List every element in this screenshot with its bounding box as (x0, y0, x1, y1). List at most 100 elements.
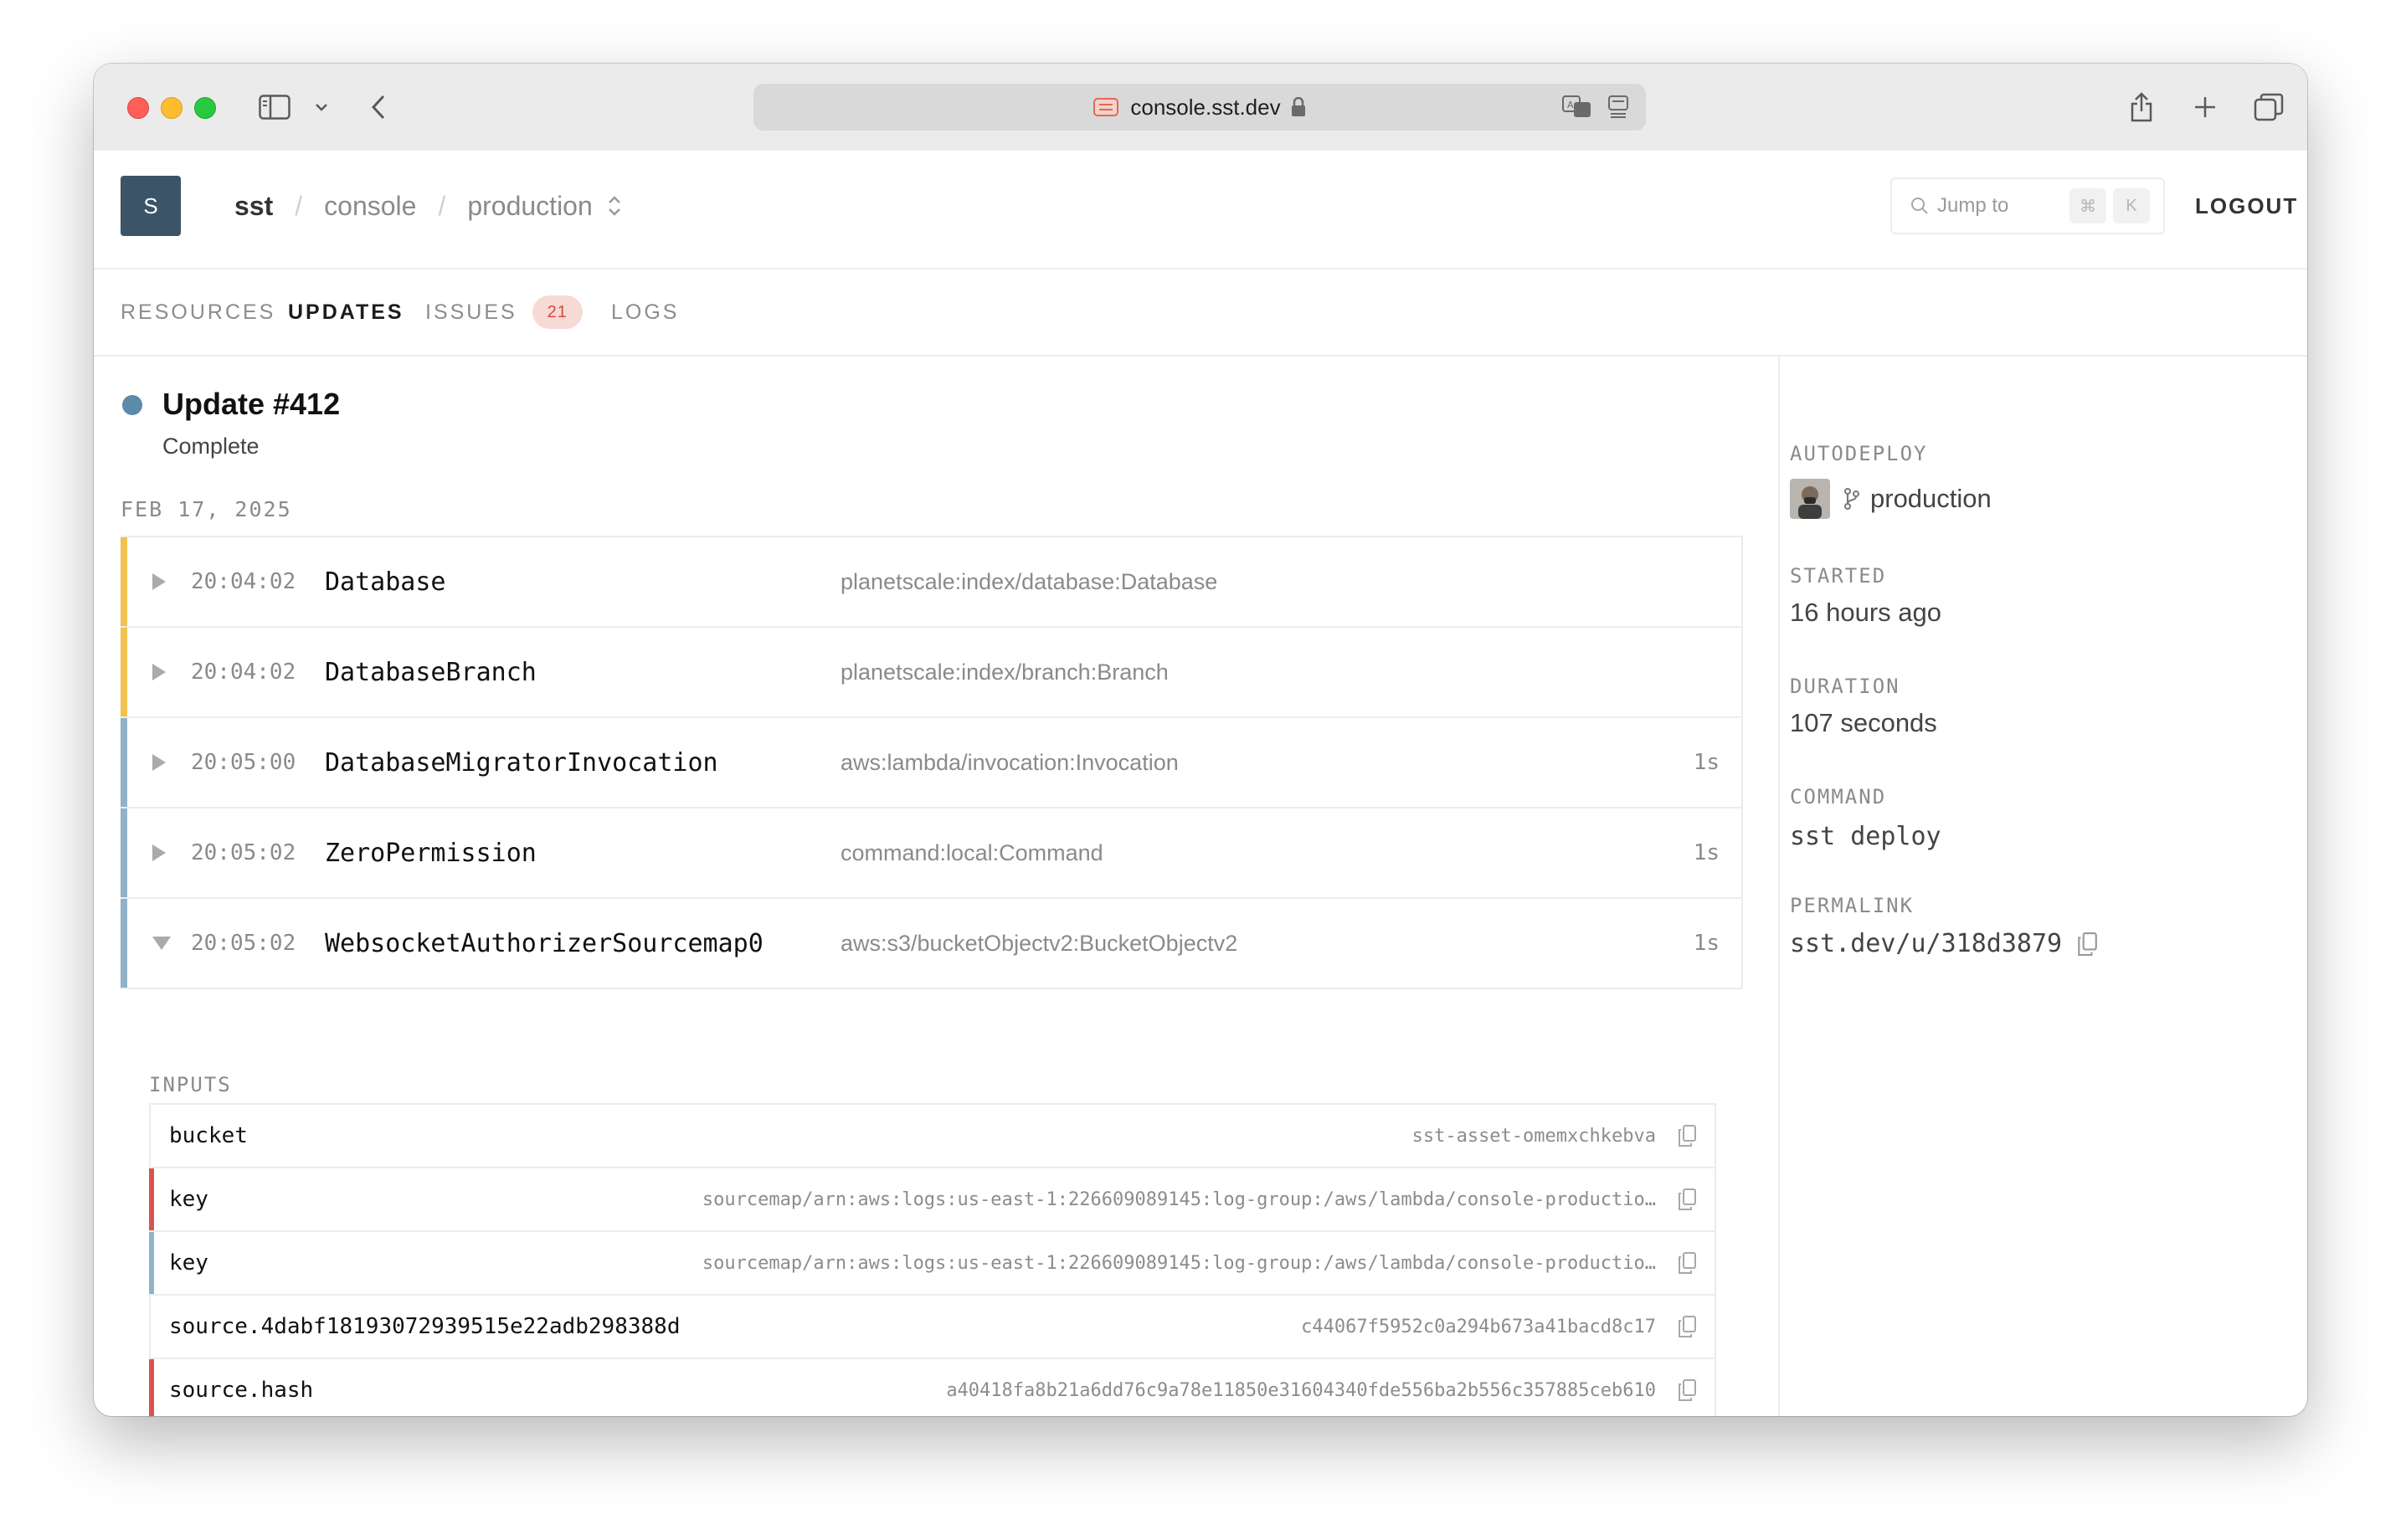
update-date: FEB 17, 2025 (121, 497, 292, 521)
resource-row[interactable]: 20:04:02 DatabaseBranch planetscale:inde… (121, 628, 1741, 718)
input-row: source.4dabf18193072939515e22adb298388d … (151, 1296, 1715, 1359)
resource-type: aws:s3/bucketObjectv2:BucketObjectv2 (841, 930, 1238, 956)
expand-triangle-icon[interactable] (152, 844, 166, 861)
resource-time: 20:05:00 (191, 750, 296, 775)
input-key: source.hash (169, 1378, 314, 1403)
resource-time: 20:05:02 (191, 931, 296, 956)
shortcut-k-key: K (2113, 188, 2150, 223)
expand-triangle-icon[interactable] (152, 573, 166, 590)
sidebar-toggle-icon[interactable] (258, 90, 291, 124)
tab-logs-label: LOGS (611, 300, 680, 324)
resource-type: planetscale:index/database:Database (841, 568, 1218, 594)
input-value: c44067f5952c0a294b673a41bacd8c17 (1301, 1316, 1656, 1337)
git-branch-icon (1844, 488, 1859, 510)
tab-updates[interactable]: UPDATES (288, 270, 404, 355)
resource-row[interactable]: 20:05:02 ZeroPermission command:local:Co… (121, 808, 1741, 899)
resource-type: aws:lambda/invocation:Invocation (841, 749, 1179, 775)
url-text: console.sst.dev (1130, 94, 1281, 120)
workspace-logo[interactable]: S (121, 176, 181, 236)
resource-type: planetscale:index/branch:Branch (841, 659, 1169, 685)
resource-status-bar (121, 537, 127, 626)
resource-row[interactable]: 20:05:00 DatabaseMigratorInvocation aws:… (121, 718, 1741, 808)
address-bar[interactable]: console.sst.dev A (753, 84, 1646, 131)
input-added-bar (149, 1232, 154, 1294)
autodeploy-branch[interactable]: production (1870, 484, 1992, 514)
avatar (1790, 479, 1830, 519)
logout-button[interactable]: LOGOUT (2195, 177, 2298, 234)
shortcut-cmd-key: ⌘ (2069, 188, 2106, 223)
started-label: STARTED (1790, 564, 1887, 588)
copy-permalink-icon[interactable] (2077, 932, 2097, 956)
breadcrumb: sst / console / production (234, 176, 623, 236)
browser-toolbar: console.sst.dev A (94, 64, 2307, 151)
resource-duration: 1s (1693, 931, 1720, 956)
autodeploy-label: AUTODEPLOY (1790, 442, 1928, 465)
resource-list: 20:04:02 Database planetscale:index/data… (121, 536, 1743, 989)
input-row: bucket sst-asset-omemxchkebva (151, 1105, 1715, 1168)
resource-time: 20:04:02 (191, 660, 296, 685)
breadcrumb-separator: / (438, 190, 446, 221)
update-detail: Update #412 Complete FEB 17, 2025 20:04:… (94, 357, 1743, 1416)
tab-logs[interactable]: LOGS (611, 270, 679, 355)
tab-updates-label: UPDATES (288, 300, 404, 324)
resource-name: DatabaseBranch (325, 657, 537, 687)
inputs-heading: INPUTS (149, 1073, 232, 1096)
new-tab-plus-icon[interactable] (2188, 90, 2222, 124)
search-placeholder: Jump to (1937, 194, 2009, 217)
tab-resources[interactable]: RESOURCES (121, 270, 275, 355)
resource-time: 20:04:02 (191, 569, 296, 594)
input-value: sourcemap/arn:aws:logs:us-east-1:2266090… (702, 1252, 1656, 1274)
copy-icon[interactable] (1678, 1379, 1696, 1401)
back-arrow-icon[interactable] (362, 90, 395, 124)
command-value: sst deploy (1790, 822, 1941, 851)
input-removed-bar (149, 1168, 154, 1230)
resource-status-bar (121, 718, 127, 807)
copy-icon[interactable] (1678, 1125, 1696, 1147)
tab-resources-label: RESOURCES (121, 300, 276, 324)
input-row: source.hash a40418fa8b21a6dd76c9a78e1185… (149, 1359, 1715, 1416)
tab-issues[interactable]: ISSUES 21 (425, 270, 583, 355)
resource-status-bar (121, 808, 127, 897)
input-key: bucket (169, 1123, 248, 1148)
resource-duration: 1s (1693, 750, 1720, 775)
resource-name: Database (325, 567, 446, 597)
copy-icon[interactable] (1678, 1188, 1696, 1210)
stage-switcher-chevrons-icon[interactable] (606, 193, 623, 218)
breadcrumb-app[interactable]: console (324, 191, 416, 222)
tab-overview-icon[interactable] (2252, 90, 2285, 124)
resource-row[interactable]: 20:04:02 Database planetscale:index/data… (121, 537, 1741, 628)
permalink-value[interactable]: sst.dev/u/318d3879 (1790, 929, 2062, 958)
chevron-down-icon[interactable] (305, 90, 338, 124)
resource-name: DatabaseMigratorInvocation (325, 747, 718, 778)
duration-label: DURATION (1790, 675, 1900, 698)
input-value: sst-asset-omemxchkebva (1411, 1125, 1656, 1147)
autodeploy-info: production (1790, 479, 1992, 519)
collapse-triangle-icon[interactable] (152, 937, 171, 950)
browser-window: console.sst.dev A S sst / console / prod… (94, 64, 2307, 1416)
input-row: key sourcemap/arn:aws:logs:us-east-1:226… (149, 1232, 1715, 1296)
stage-tabs: RESOURCES UPDATES ISSUES 21 LOGS (94, 270, 2307, 357)
close-window-button[interactable] (127, 97, 149, 119)
jump-to-search[interactable]: Jump to ⌘ K (1890, 177, 2165, 234)
svg-text:A: A (1567, 100, 1574, 110)
expand-triangle-icon[interactable] (152, 664, 166, 680)
resource-name: WebsocketAuthorizerSourcemap0 (325, 928, 763, 958)
minimize-window-button[interactable] (161, 97, 183, 119)
lock-icon (1291, 97, 1305, 116)
breadcrumb-workspace[interactable]: sst (234, 191, 273, 222)
resource-status-bar (121, 628, 127, 716)
share-icon[interactable] (2125, 90, 2158, 124)
translate-icon[interactable]: A (1562, 94, 1592, 119)
copy-icon[interactable] (1678, 1316, 1696, 1337)
breadcrumb-stage[interactable]: production (467, 191, 592, 222)
resource-row-expanded[interactable]: 20:05:02 WebsocketAuthorizerSourcemap0 a… (121, 899, 1741, 989)
expand-triangle-icon[interactable] (152, 754, 166, 771)
reader-icon[interactable] (1607, 94, 1629, 119)
zoom-window-button[interactable] (194, 97, 216, 119)
duration-value: 107 seconds (1790, 708, 1937, 737)
resource-duration: 1s (1693, 840, 1720, 865)
tab-issues-label: ISSUES (425, 300, 517, 324)
resource-name: ZeroPermission (325, 838, 537, 868)
command-label: COMMAND (1790, 785, 1887, 808)
copy-icon[interactable] (1678, 1252, 1696, 1274)
